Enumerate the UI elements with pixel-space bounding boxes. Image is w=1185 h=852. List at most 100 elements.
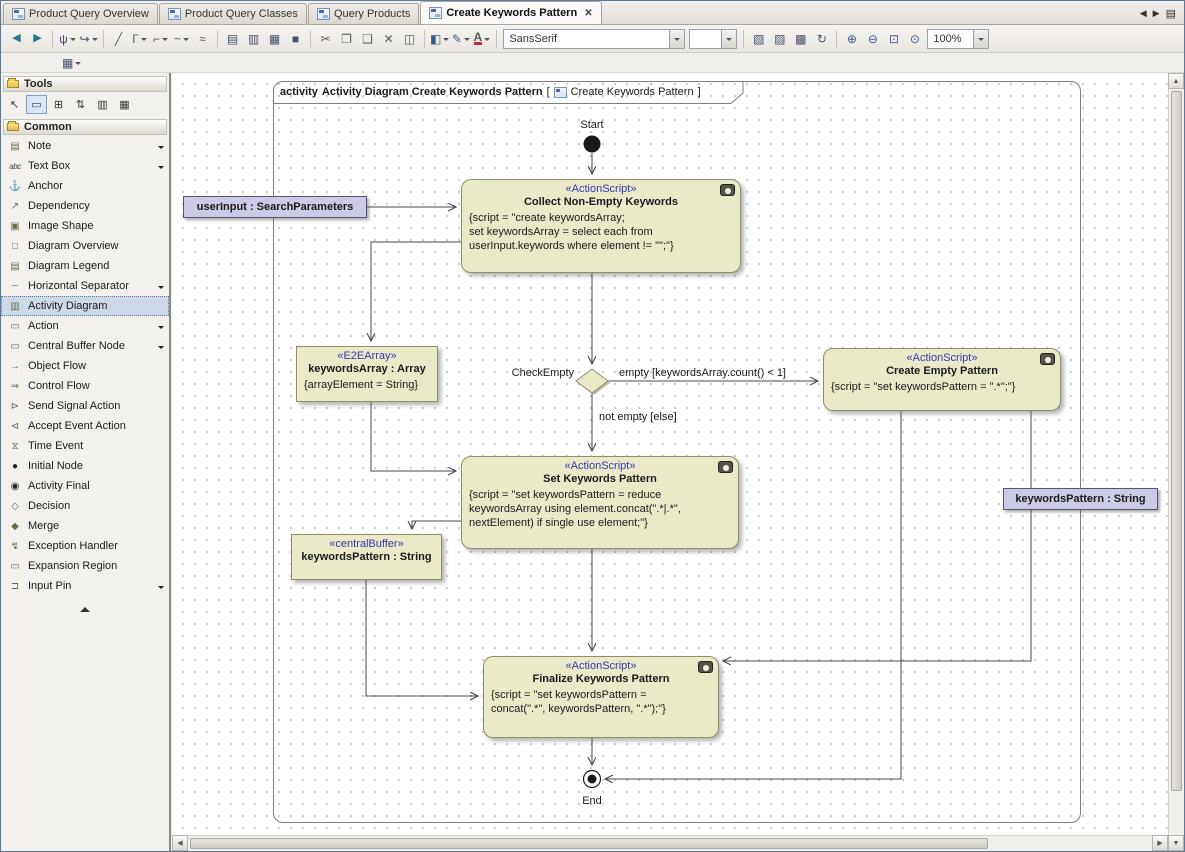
chevron-down-icon[interactable] xyxy=(158,326,164,332)
diagram-canvas[interactable]: Start End CheckEmpty empty [keywordsArra… xyxy=(172,73,1168,835)
stamp-button[interactable]: ◫ xyxy=(399,28,420,50)
palette-item-action[interactable]: ▭ Action xyxy=(1,316,169,336)
zoom-in-button[interactable]: ⊕ xyxy=(841,28,862,50)
scroll-up-button[interactable]: ▲ xyxy=(1168,73,1184,89)
horizontal-scroll-thumb[interactable] xyxy=(190,838,988,849)
palette-item-diagram-overview[interactable]: □ Diagram Overview xyxy=(1,236,169,256)
tab-product-query-overview[interactable]: Product Query Overview xyxy=(3,3,158,24)
palette-item-accept-event-action[interactable]: ⊲ Accept Event Action xyxy=(1,416,169,436)
palette-item-object-flow[interactable]: → Object Flow xyxy=(1,356,169,376)
scroll-down-button[interactable]: ▼ xyxy=(1168,835,1184,851)
scroll-left-button[interactable]: ◀ xyxy=(172,835,188,851)
end-label[interactable]: End xyxy=(582,795,602,807)
edit-image-button[interactable]: ▨ xyxy=(769,28,790,50)
palette-item-decision[interactable]: ◇ Decision xyxy=(1,496,169,516)
zoom-fit-button[interactable]: ⊡ xyxy=(883,28,904,50)
align-right-button[interactable]: ▦ xyxy=(264,28,285,50)
edge-create-empty-to-finalize[interactable] xyxy=(723,411,1031,661)
fill-color-button[interactable]: ◧ xyxy=(429,28,450,50)
font-size-combobox[interactable] xyxy=(689,29,737,49)
scroll-right-button[interactable]: ▶ xyxy=(1152,835,1168,851)
palette-item-send-signal-action[interactable]: ⊳ Send Signal Action xyxy=(1,396,169,416)
delete-button[interactable]: ✕ xyxy=(378,28,399,50)
edge-buffer-to-finalize[interactable] xyxy=(366,580,478,696)
vertical-scrollbar[interactable]: ▲ ▼ xyxy=(1168,73,1184,851)
cut-button[interactable]: ✂ xyxy=(315,28,336,50)
palette-item-central-buffer-node[interactable]: ▭ Central Buffer Node xyxy=(1,336,169,356)
align-left-button[interactable]: ▤ xyxy=(222,28,243,50)
add-image-button[interactable]: ▧ xyxy=(748,28,769,50)
palette-item-activity-final[interactable]: ◉ Activity Final xyxy=(1,476,169,496)
guard-not-empty-label[interactable]: not empty [else] xyxy=(599,411,677,423)
line-style-curved-button[interactable]: ~ xyxy=(171,28,192,50)
zoom-out-button[interactable]: ⊖ xyxy=(862,28,883,50)
paste-button[interactable]: ❑ xyxy=(357,28,378,50)
tab-create-keywords-pattern[interactable]: Create Keywords Pattern ✕ xyxy=(420,1,601,24)
line-style-diagonal-button[interactable]: ╱ xyxy=(108,28,129,50)
palette-item-image-shape[interactable]: ▣ Image Shape xyxy=(1,216,169,236)
pin-label-keywords-pattern[interactable]: keywordsPattern : String xyxy=(1003,488,1158,510)
tab-list-icon[interactable]: ▤ xyxy=(1166,7,1176,20)
vertical-distribute-tool[interactable]: ⇅ xyxy=(70,95,91,114)
pin-label-user-input[interactable]: userInput : SearchParameters xyxy=(183,196,367,218)
forward-button[interactable]: ▶ xyxy=(27,28,48,50)
zoom-box-tool[interactable]: ⊞ xyxy=(48,95,69,114)
vertical-scroll-thumb[interactable] xyxy=(1171,91,1182,791)
chevron-down-icon[interactable] xyxy=(158,346,164,352)
palette-item-diagram-legend[interactable]: ▤ Diagram Legend xyxy=(1,256,169,276)
back-button[interactable]: ◀ xyxy=(6,28,27,50)
line-style-rectilinear-button[interactable]: Γ xyxy=(129,28,150,50)
object-node-keywords-array[interactable]: «E2EArray» keywordsArray : Array {arrayE… xyxy=(296,346,438,402)
initial-node[interactable] xyxy=(584,136,601,153)
chevron-down-icon[interactable] xyxy=(158,146,164,152)
action-set-keywords-pattern[interactable]: «ActionScript» Set Keywords Pattern {scr… xyxy=(461,456,739,549)
palette-item-exception-handler[interactable]: ↯ Exception Handler xyxy=(1,536,169,556)
align-center-button[interactable]: ▥ xyxy=(243,28,264,50)
palette-item-time-event[interactable]: ⧖ Time Event xyxy=(1,436,169,456)
palette-item-expansion-region[interactable]: ▭ Expansion Region xyxy=(1,556,169,576)
palette-item-dependency[interactable]: ↗ Dependency xyxy=(1,196,169,216)
chevron-down-icon[interactable] xyxy=(158,286,164,292)
copy-button[interactable]: ❐ xyxy=(336,28,357,50)
link-tool-button[interactable]: ↪ xyxy=(78,28,99,50)
central-buffer-keywords-pattern[interactable]: «centralBuffer» keywordsPattern : String xyxy=(291,534,442,580)
close-tab-icon[interactable]: ✕ xyxy=(584,8,592,19)
rows-tool[interactable]: ▥ xyxy=(92,95,113,114)
align-grid-button[interactable]: ■ xyxy=(285,28,306,50)
palette-item-note[interactable]: ▤ Note xyxy=(1,136,169,156)
palette-item-text-box[interactable]: abc Text Box xyxy=(1,156,169,176)
refresh-button[interactable]: ↻ xyxy=(811,28,832,50)
tab-query-products[interactable]: Query Products xyxy=(308,3,419,24)
palette-item-anchor[interactable]: ⚓ Anchor xyxy=(1,176,169,196)
palette-section-common[interactable]: Common xyxy=(3,119,167,135)
palette-item-initial-node[interactable]: ● Initial Node xyxy=(1,456,169,476)
marquee-tool[interactable]: ▭ xyxy=(26,95,47,114)
guard-empty-label[interactable]: empty [keywordsArray.count() < 1] xyxy=(619,367,786,379)
start-label[interactable]: Start xyxy=(580,119,603,131)
palette-section-tools[interactable]: Tools xyxy=(3,76,167,92)
export-image-button[interactable]: ▩ xyxy=(790,28,811,50)
palette-item-control-flow[interactable]: ⇒ Control Flow xyxy=(1,376,169,396)
line-color-button[interactable]: ✎ xyxy=(450,28,471,50)
zoom-window-button[interactable]: ⊙ xyxy=(904,28,925,50)
palette-item-activity-diagram[interactable]: ▥ Activity Diagram xyxy=(1,296,169,316)
decision-name-label[interactable]: CheckEmpty xyxy=(512,367,575,379)
tab-product-query-classes[interactable]: Product Query Classes xyxy=(159,3,307,24)
action-collect-non-empty-keywords[interactable]: «ActionScript» Collect Non-Empty Keyword… xyxy=(461,179,741,273)
decision-node[interactable] xyxy=(576,369,608,393)
horizontal-scrollbar[interactable]: ◀ ▶ xyxy=(172,835,1168,851)
edge-set-pattern-to-buffer[interactable] xyxy=(412,521,461,529)
zoom-level-combobox[interactable]: 100% xyxy=(927,29,989,49)
palette-item-horizontal-separator[interactable]: ┄ Horizontal Separator xyxy=(1,276,169,296)
previous-tab-icon[interactable]: ◀ xyxy=(1140,8,1147,19)
line-style-spline-button[interactable]: ≈ xyxy=(192,28,213,50)
line-style-bent-button[interactable]: ⌐ xyxy=(150,28,171,50)
palette-item-input-pin[interactable]: ⊐ Input Pin xyxy=(1,576,169,596)
next-tab-icon[interactable]: ▶ xyxy=(1153,8,1160,19)
chevron-down-icon[interactable] xyxy=(158,166,164,172)
layout-button[interactable]: ▦ xyxy=(61,52,82,74)
containment-tool-button[interactable]: ψ xyxy=(57,28,78,50)
action-finalize-keywords-pattern[interactable]: «ActionScript» Finalize Keywords Pattern… xyxy=(483,656,719,738)
pointer-tool[interactable]: ↖ xyxy=(4,95,25,114)
edge-collect-to-keywords-array[interactable] xyxy=(371,242,461,341)
